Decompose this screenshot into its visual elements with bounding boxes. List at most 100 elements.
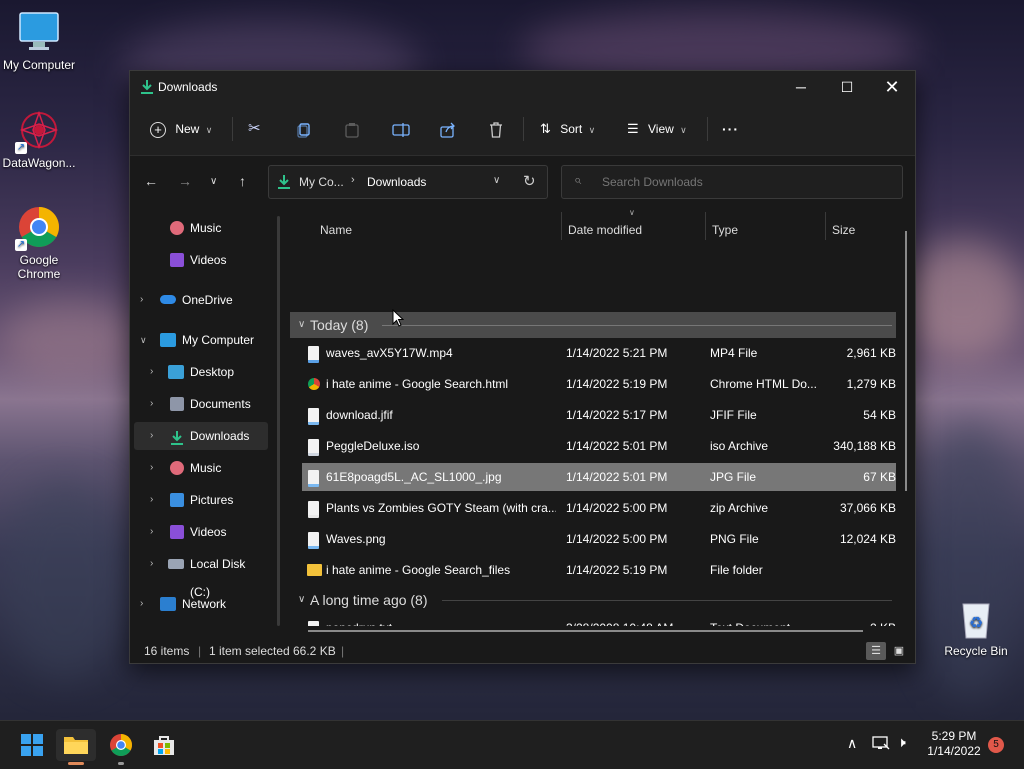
nav-item-videos-quick[interactable]: Videos xyxy=(134,246,268,274)
group-divider xyxy=(382,325,892,326)
column-divider[interactable] xyxy=(705,212,706,240)
nav-item-downloads[interactable]: › Downloads xyxy=(134,422,268,450)
desktop-icon-recycle-bin[interactable]: ♻ Recycle Bin xyxy=(938,596,1014,658)
new-label: New xyxy=(175,122,200,136)
column-header-date[interactable]: Date modified xyxy=(568,216,642,244)
notification-badge[interactable]: 5 xyxy=(988,737,1004,753)
cut-icon[interactable]: ✂ xyxy=(248,115,261,143)
file-row[interactable]: PeggleDeluxe.iso 1/14/2022 5:01 PM iso Arc… xyxy=(302,432,896,460)
title-bar[interactable]: Downloads ─ ☐ ✕ xyxy=(130,71,915,103)
paste-icon[interactable] xyxy=(344,115,360,143)
minimize-button[interactable]: ─ xyxy=(778,71,824,103)
file-type: File folder xyxy=(710,563,763,577)
file-name: Plants vs Zombies GOTY Steam (with cra..… xyxy=(326,501,556,515)
breadcrumb-my-computer[interactable]: My Co... xyxy=(299,175,344,189)
clock[interactable]: 5:29 PM 1/14/2022 xyxy=(924,729,984,759)
status-divider: | xyxy=(198,644,202,658)
rename-icon[interactable] xyxy=(392,115,410,143)
file-list: Name ∨ Date modified Type Size ∨ Today (… xyxy=(288,208,908,626)
delete-icon[interactable] xyxy=(488,115,504,143)
nav-item-local-disk[interactable]: › Local Disk (C:) xyxy=(134,550,268,599)
chevron-down-icon: ∨ xyxy=(298,594,306,605)
column-divider[interactable] xyxy=(561,212,562,240)
nav-pane-scrollbar[interactable] xyxy=(277,216,280,626)
volume-icon[interactable]: 🕨 xyxy=(897,734,906,751)
desktop-icon-datawagon[interactable]: ↗ DataWagon... xyxy=(1,108,77,170)
show-hidden-icons-chevron-icon[interactable]: ∧ xyxy=(847,735,857,752)
refresh-icon[interactable]: ↻ xyxy=(523,172,536,190)
image-file-icon xyxy=(308,532,319,549)
start-button[interactable] xyxy=(16,729,48,761)
nav-item-documents[interactable]: › Documents xyxy=(134,390,268,418)
file-row[interactable]: waves_avX5Y17W.mp4 1/14/2022 5:21 PM MP4 F… xyxy=(302,339,896,367)
breadcrumb-downloads[interactable]: Downloads xyxy=(367,175,426,189)
folder-icon xyxy=(64,737,88,754)
desktop-icon-chrome[interactable]: ↗ Google Chrome xyxy=(1,205,77,281)
nav-item-pictures[interactable]: › Pictures xyxy=(134,486,268,514)
view-icon: ☰ xyxy=(627,121,639,136)
copy-icon[interactable] xyxy=(296,115,312,143)
recent-locations-chevron-icon[interactable]: ∨ xyxy=(210,176,217,187)
back-arrow-icon[interactable]: ← xyxy=(144,173,158,189)
nav-item-my-computer[interactable]: ∨ My Computer xyxy=(134,326,268,354)
search-box[interactable]: ⌕ xyxy=(561,165,903,199)
forward-arrow-icon[interactable]: → xyxy=(178,173,192,189)
column-header-size[interactable]: Size xyxy=(832,216,855,244)
pictures-icon xyxy=(170,493,184,507)
file-row[interactable]: i hate anime - Google Search_files 1/14/2… xyxy=(302,556,896,584)
column-header-name[interactable]: Name xyxy=(320,216,352,244)
nav-item-desktop[interactable]: › Desktop xyxy=(134,358,268,386)
tiles-view-icon[interactable]: ▣ xyxy=(890,642,908,660)
column-header-type[interactable]: Type xyxy=(712,216,738,244)
downloads-icon xyxy=(140,79,154,98)
taskbar-store[interactable] xyxy=(148,729,180,761)
group-header-today[interactable]: ∨ Today (8) xyxy=(290,312,896,338)
file-list-vertical-scrollbar[interactable] xyxy=(905,231,907,491)
close-button[interactable]: ✕ xyxy=(869,71,915,103)
recycle-bin-icon: ♻ xyxy=(954,596,998,640)
up-arrow-icon[interactable]: ↑ xyxy=(239,173,246,189)
file-row[interactable]: download.jfif 1/14/2022 5:17 PM JFIF File 5… xyxy=(302,401,896,429)
more-options-button[interactable]: ··· xyxy=(722,115,739,143)
nav-item-label: Desktop xyxy=(190,365,235,379)
nav-item-music-quick[interactable]: Music xyxy=(134,214,268,242)
taskbar-chrome[interactable] xyxy=(105,729,137,765)
details-view-icon[interactable]: ☰ xyxy=(866,642,886,660)
file-list-horizontal-scrollbar[interactable] xyxy=(308,630,863,632)
desktop-icon-my-computer[interactable]: My Computer xyxy=(1,10,77,72)
text-file-icon xyxy=(308,621,319,626)
share-icon[interactable] xyxy=(440,115,456,143)
file-size: 340,188 KB xyxy=(833,439,896,453)
file-row[interactable]: i hate anime - Google Search.html 1/14/20… xyxy=(302,370,896,398)
file-row[interactable]: Waves.png 1/14/2022 5:00 PM PNG File 12,024… xyxy=(302,525,896,553)
nav-item-network[interactable]: › Network xyxy=(134,590,268,618)
address-bar[interactable]: My Co... › Downloads ∨ ↻ xyxy=(268,165,548,199)
plus-icon: + xyxy=(150,121,166,138)
maximize-button[interactable]: ☐ xyxy=(824,71,870,103)
file-name: Waves.png xyxy=(326,532,386,546)
file-row[interactable]: 61E8poagd5L._AC_SL1000_.jpg 1/14/2022 5:0… xyxy=(302,463,896,491)
new-button[interactable]: + New ∨ xyxy=(150,115,212,143)
sort-button[interactable]: ⇅ Sort ∨ xyxy=(540,115,595,143)
file-type: Text Document xyxy=(710,614,822,626)
file-row[interactable]: popcdrun.txt 3/28/2008 10:48 AM Text Docum… xyxy=(302,614,896,626)
nav-item-onedrive[interactable]: › OneDrive xyxy=(134,286,268,314)
network-status-icon[interactable] xyxy=(872,735,890,754)
address-history-chevron-icon[interactable]: ∨ xyxy=(493,175,500,186)
nav-item-music[interactable]: › Music xyxy=(134,454,268,482)
taskbar: ∧ 🕨 5:29 PM 1/14/2022 5 xyxy=(0,720,1024,769)
view-button[interactable]: ☰ View ∨ xyxy=(627,115,687,143)
chrome-icon xyxy=(110,734,132,756)
nav-item-videos[interactable]: › Videos xyxy=(134,518,268,546)
search-input[interactable] xyxy=(600,172,894,192)
file-row[interactable]: Plants vs Zombies GOTY Steam (with cra..… xyxy=(302,494,896,522)
computer-icon xyxy=(160,333,176,347)
downloads-icon xyxy=(170,428,184,456)
file-name: download.jfif xyxy=(326,408,393,422)
group-header-long-time-ago[interactable]: ∨ A long time ago (8) xyxy=(290,587,896,613)
nav-item-label: OneDrive xyxy=(182,293,233,307)
taskbar-file-explorer[interactable] xyxy=(56,729,96,765)
file-date: 1/14/2022 5:19 PM xyxy=(566,563,668,577)
column-divider[interactable] xyxy=(825,212,826,240)
desktop-icon-label: DataWagon... xyxy=(2,156,76,170)
